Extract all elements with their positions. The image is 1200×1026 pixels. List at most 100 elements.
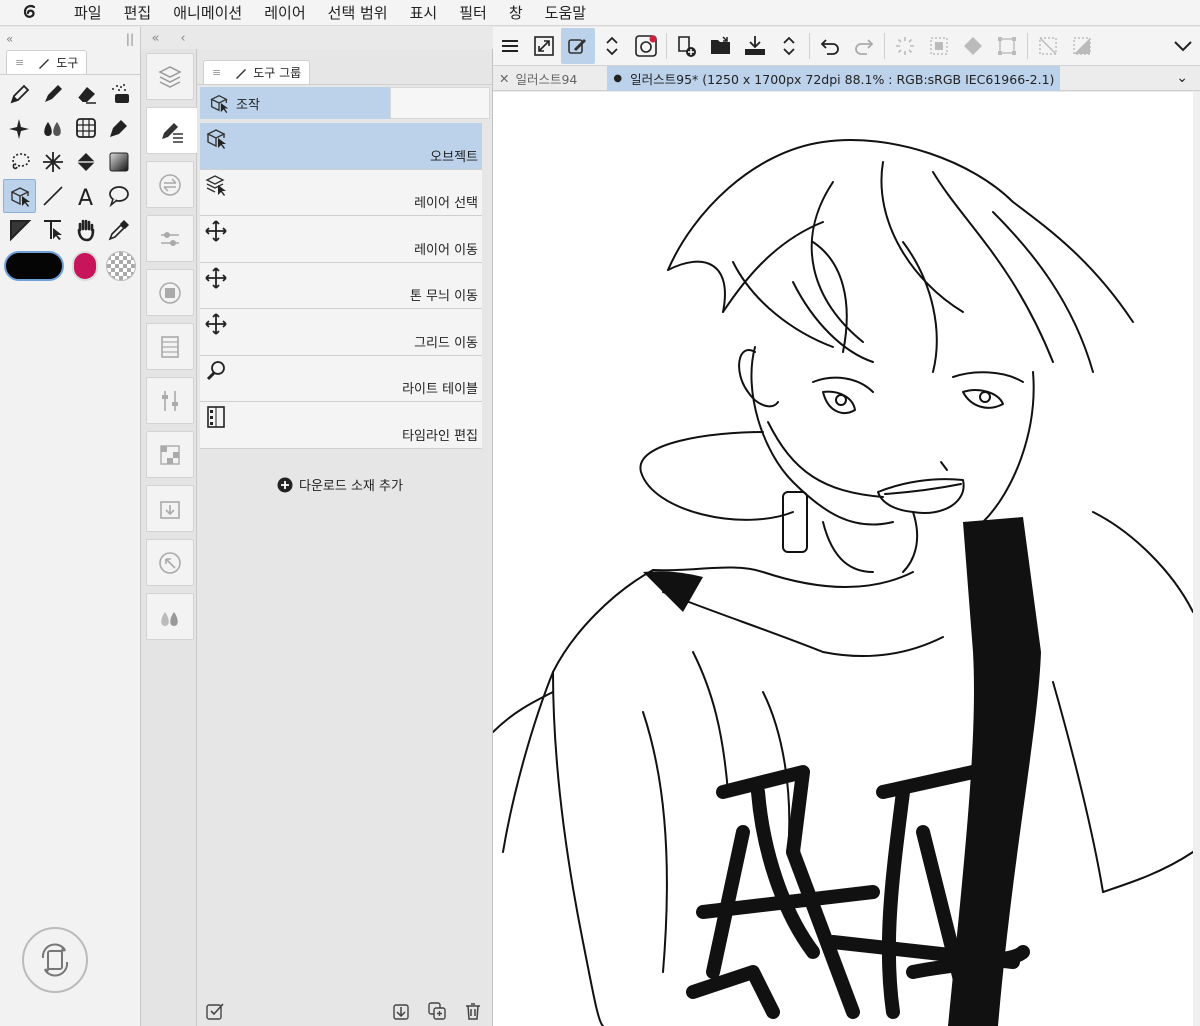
save-icon[interactable]	[738, 28, 772, 64]
menu-icon[interactable]: ≡	[15, 56, 24, 69]
drawing-canvas[interactable]	[493, 92, 1193, 1026]
layers-category-button[interactable]	[146, 53, 194, 100]
menu-file[interactable]: 파일	[74, 2, 102, 23]
snap-icon[interactable]	[561, 28, 595, 64]
list-item[interactable]: 라이트 테이블	[200, 355, 482, 402]
trash-icon[interactable]	[463, 1001, 483, 1021]
add-download-material-button[interactable]: 다운로드 소재 추가	[277, 475, 403, 494]
import-icon[interactable]	[391, 1001, 411, 1021]
lasso-icon[interactable]	[3, 145, 36, 179]
correct-line-icon[interactable]	[36, 213, 69, 247]
app-logo-icon[interactable]	[0, 0, 60, 26]
tone-category-button[interactable]	[146, 431, 194, 478]
chevron-down-icon[interactable]	[1166, 28, 1200, 64]
properties-category-button[interactable]	[146, 215, 194, 262]
record-icon[interactable]	[629, 28, 663, 64]
menu-bar: 파일 편집 애니메이션 레이어 선택 범위 표시 필터 창 도움말	[0, 0, 1200, 26]
pen-icon[interactable]	[3, 77, 36, 111]
timeline-icon	[207, 406, 225, 428]
tab-tool-group[interactable]: ≡ 도구 그룹	[203, 60, 311, 84]
object-select-icon[interactable]	[3, 179, 36, 213]
menu-window[interactable]: 창	[509, 2, 523, 23]
subtool-category-strip	[141, 49, 197, 1026]
close-icon[interactable]: ✕	[499, 71, 509, 86]
eraser-icon[interactable]	[69, 77, 102, 111]
menu-icon[interactable]	[493, 28, 527, 64]
artwork	[493, 139, 1193, 1026]
open-folder-icon[interactable]	[704, 28, 738, 64]
dropper-icon[interactable]	[102, 111, 135, 145]
pencil-icon[interactable]	[36, 77, 69, 111]
menu-layer[interactable]: 레이어	[264, 2, 305, 23]
hand-icon[interactable]	[69, 213, 102, 247]
undo-icon[interactable]	[813, 28, 847, 64]
sparkle-icon[interactable]	[3, 111, 36, 145]
vertical-scrollbar[interactable]	[1193, 92, 1200, 1026]
toolbar-divider	[1027, 33, 1028, 59]
duplicate-icon[interactable]	[427, 1001, 447, 1021]
grid-icon[interactable]	[69, 111, 102, 145]
transparent-color-swatch[interactable]	[106, 251, 136, 281]
menu-view[interactable]: 표시	[410, 2, 438, 23]
blend-icon[interactable]	[36, 111, 69, 145]
menu-help[interactable]: 도움말	[545, 2, 586, 23]
gradient-icon[interactable]	[102, 145, 135, 179]
list-item[interactable]: 레이어 선택	[200, 169, 482, 216]
settings-check-icon[interactable]	[205, 1001, 225, 1021]
adjust-category-button[interactable]	[146, 377, 194, 424]
operation-category-button[interactable]	[146, 107, 197, 154]
move-icon	[205, 220, 227, 242]
import-category-button[interactable]	[146, 485, 194, 532]
auto-select-icon[interactable]	[36, 145, 69, 179]
line-icon[interactable]	[36, 179, 69, 213]
fit-canvas-icon[interactable]	[527, 28, 561, 64]
menu-selection[interactable]: 선택 범위	[328, 2, 388, 23]
list-item[interactable]: 톤 무늬 이동	[200, 262, 482, 309]
sub-color-swatch[interactable]	[72, 251, 98, 281]
clear-outside-icon[interactable]	[922, 28, 956, 64]
list-item[interactable]: 타임라인 편집	[200, 402, 482, 449]
redo-icon[interactable]	[847, 28, 881, 64]
main-color-swatch[interactable]	[4, 251, 64, 281]
timeline-category-button[interactable]	[146, 323, 194, 370]
invert-selection-icon[interactable]	[1065, 28, 1099, 64]
swap-palette-button[interactable]	[22, 927, 88, 993]
menu-icon[interactable]: ≡	[212, 66, 221, 79]
text-icon[interactable]: A	[69, 179, 102, 213]
subtool-group-selector[interactable]: 조작	[200, 87, 390, 119]
collapse-left-icon[interactable]: «	[6, 32, 13, 46]
collapse-icon[interactable]: «	[151, 31, 159, 46]
new-file-icon[interactable]	[670, 28, 704, 64]
chevron-updown-icon[interactable]	[772, 28, 806, 64]
menu-animation[interactable]: 애니메이션	[173, 2, 242, 23]
list-item[interactable]: 레이어 이동	[200, 216, 482, 263]
grip-icon[interactable]: ||	[126, 32, 134, 46]
deselect-icon[interactable]	[1031, 28, 1065, 64]
chevron-updown-icon[interactable]	[595, 28, 629, 64]
tab-document-94[interactable]: ✕ 일러스트94	[493, 66, 583, 91]
fill-selection-icon[interactable]	[956, 28, 990, 64]
airbrush-icon[interactable]	[102, 77, 135, 111]
subtool-group-empty-slot[interactable]	[390, 87, 490, 119]
transform-icon[interactable]	[990, 28, 1024, 64]
swap-arrows-icon	[159, 173, 181, 196]
clear-icon[interactable]	[888, 28, 922, 64]
menu-edit[interactable]: 편집	[124, 2, 152, 23]
blend-category-button[interactable]	[146, 593, 194, 640]
eyedropper-icon[interactable]	[102, 213, 135, 247]
tab-tool[interactable]: ≡ 도구	[6, 50, 88, 74]
menu-filter[interactable]: 필터	[459, 2, 487, 23]
chevron-down-icon[interactable]: ⌄	[1176, 70, 1188, 86]
subtool-label: 톤 무늬 이동	[409, 289, 478, 304]
list-item[interactable]: 그리드 이동	[200, 309, 482, 356]
list-item[interactable]: 오브젝트	[200, 123, 482, 170]
fill-icon[interactable]	[69, 145, 102, 179]
transform-category-button[interactable]	[146, 161, 194, 208]
tab-document-95[interactable]: ● 일러스트95* (1250 x 1700px 72dpi 88.1% : R…	[607, 65, 1061, 91]
chevron-left-icon[interactable]: ‹	[180, 31, 185, 46]
search-category-button[interactable]	[146, 539, 194, 586]
sliders-icon	[161, 231, 179, 246]
color-category-button[interactable]	[146, 269, 194, 316]
ruler-icon[interactable]	[3, 213, 36, 247]
balloon-icon[interactable]	[102, 179, 135, 213]
